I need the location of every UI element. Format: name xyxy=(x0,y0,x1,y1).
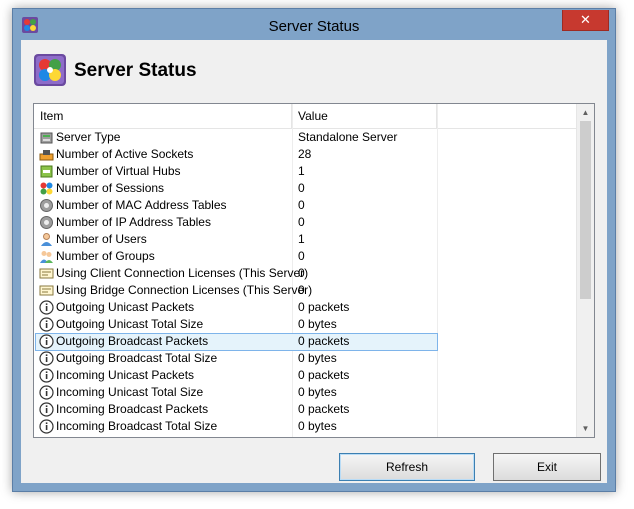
list-item[interactable]: Number of MAC Address Tables 0 xyxy=(34,197,577,214)
sessions-icon xyxy=(39,181,54,196)
list-item[interactable]: Outgoing Broadcast Packets 0 packets xyxy=(34,333,577,351)
list-item[interactable]: Number of IP Address Tables 0 xyxy=(34,214,577,231)
hub-icon xyxy=(39,164,54,179)
gear-icon xyxy=(39,215,54,230)
item-label: Number of Active Sockets xyxy=(56,147,194,161)
item-value: 0 xyxy=(298,198,305,212)
item-label: Outgoing Unicast Total Size xyxy=(56,317,204,331)
info-icon xyxy=(39,334,54,349)
dialog-client-area: Server Status Item Value Server Type Stan… xyxy=(21,40,607,483)
list-item[interactable]: Number of Users 1 xyxy=(34,231,577,248)
list-item[interactable]: Incoming Unicast Total Size 0 bytes xyxy=(34,384,577,401)
vertical-scrollbar[interactable]: ▲ ▼ xyxy=(576,104,594,437)
item-label: Number of Sessions xyxy=(56,181,165,195)
item-label: Number of MAC Address Tables xyxy=(56,198,227,212)
item-label: Incoming Unicast Packets xyxy=(56,368,195,382)
gear-icon xyxy=(39,198,54,213)
item-label: Outgoing Broadcast Packets xyxy=(56,334,209,348)
item-value: 0 bytes xyxy=(298,385,337,399)
item-value: 0 packets xyxy=(298,368,350,382)
item-label: Incoming Broadcast Total Size xyxy=(56,419,218,433)
scroll-down-arrow-icon[interactable]: ▼ xyxy=(577,420,594,437)
list-item[interactable]: Using Bridge Connection Licenses (This S… xyxy=(34,282,577,299)
item-label: Number of Virtual Hubs xyxy=(56,164,181,178)
item-value: 0 xyxy=(298,215,305,229)
list-item[interactable]: Server Type Standalone Server xyxy=(34,129,577,146)
list-item[interactable]: Outgoing Unicast Total Size 0 bytes xyxy=(34,316,577,333)
info-icon xyxy=(39,317,54,332)
close-button[interactable]: ✕ xyxy=(562,10,609,31)
list-item[interactable]: Incoming Broadcast Total Size 0 bytes xyxy=(34,418,577,435)
license-icon xyxy=(39,283,54,298)
server-status-window: Server Status ✕ Server Status Item Value… xyxy=(12,8,616,492)
title-bar[interactable]: Server Status ✕ xyxy=(13,9,615,40)
server-icon xyxy=(39,130,54,145)
list-header: Item Value xyxy=(34,104,577,129)
status-list[interactable]: Item Value Server Type Standalone Server N… xyxy=(33,103,595,438)
item-value: 0 bytes xyxy=(298,317,337,331)
info-icon xyxy=(39,419,54,434)
item-label: Using Client Connection Licenses (This S… xyxy=(56,266,309,280)
item-value: 0 xyxy=(298,181,305,195)
item-label: Outgoing Unicast Packets xyxy=(56,300,195,314)
item-label: Incoming Unicast Total Size xyxy=(56,385,204,399)
license-icon xyxy=(39,266,54,281)
item-label: Server Type xyxy=(56,130,121,144)
item-label: Number of Groups xyxy=(56,249,155,263)
item-label: Incoming Broadcast Packets xyxy=(56,402,209,416)
list-item[interactable]: Number of Groups 0 xyxy=(34,248,577,265)
list-item[interactable]: Using Client Connection Licenses (This S… xyxy=(34,265,577,282)
list-item[interactable]: Outgoing Unicast Packets 0 packets xyxy=(34,299,577,316)
item-value: 0 bytes xyxy=(298,351,337,365)
item-value: 1 xyxy=(298,232,305,246)
server-manager-icon xyxy=(34,54,66,86)
list-item[interactable]: Incoming Unicast Packets 0 packets xyxy=(34,367,577,384)
item-value: Standalone Server xyxy=(298,130,398,144)
info-icon xyxy=(39,351,54,366)
scroll-up-arrow-icon[interactable]: ▲ xyxy=(577,104,594,121)
list-item[interactable]: Incoming Broadcast Packets 0 packets xyxy=(34,401,577,418)
column-header-value[interactable]: Value xyxy=(292,104,437,128)
info-icon xyxy=(39,300,54,315)
item-value: 0 bytes xyxy=(298,419,337,433)
item-value: 0 packets xyxy=(298,402,350,416)
list-item[interactable]: Number of Virtual Hubs 1 xyxy=(34,163,577,180)
user-icon xyxy=(39,232,54,247)
item-value: 0 xyxy=(298,266,305,280)
info-icon xyxy=(39,402,54,417)
item-value: 0 xyxy=(298,249,305,263)
item-value: 0 packets xyxy=(298,334,350,348)
page-title: Server Status xyxy=(74,60,197,81)
item-label: Outgoing Broadcast Total Size xyxy=(56,351,218,365)
refresh-button[interactable]: Refresh xyxy=(339,453,475,481)
group-icon xyxy=(39,249,54,264)
list-rows: Server Type Standalone Server Number of Ac… xyxy=(34,129,577,435)
item-value: 28 xyxy=(298,147,312,161)
list-item[interactable]: Outgoing Broadcast Total Size 0 bytes xyxy=(34,350,577,367)
sockets-icon xyxy=(39,147,54,162)
list-item[interactable]: Number of Active Sockets 28 xyxy=(34,146,577,163)
item-value: 0 xyxy=(298,283,305,297)
window-title: Server Status xyxy=(268,18,360,35)
item-label: Number of IP Address Tables xyxy=(56,215,211,229)
item-value: 1 xyxy=(298,164,305,178)
list-item[interactable]: Number of Sessions 0 xyxy=(34,180,577,197)
info-icon xyxy=(39,385,54,400)
item-value: 0 packets xyxy=(298,300,350,314)
column-header-item[interactable]: Item xyxy=(34,104,292,128)
scrollbar-thumb[interactable] xyxy=(580,121,591,299)
item-label: Number of Users xyxy=(56,232,147,246)
info-icon xyxy=(39,368,54,383)
item-label: Using Bridge Connection Licenses (This S… xyxy=(56,283,313,297)
exit-button[interactable]: Exit xyxy=(493,453,601,481)
